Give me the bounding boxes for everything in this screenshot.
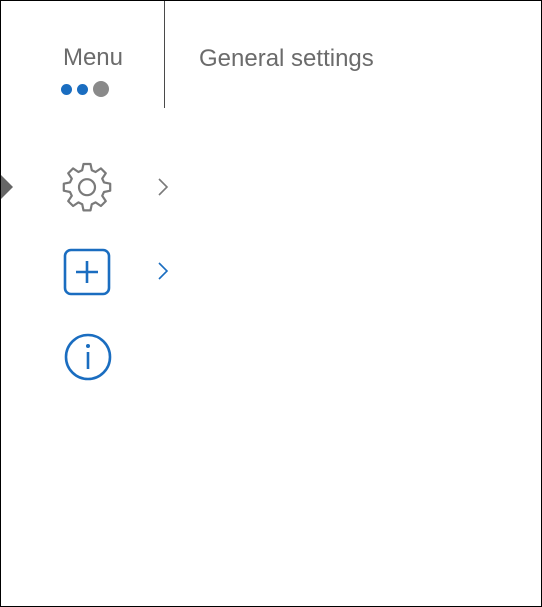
page-dot-3 — [93, 81, 109, 97]
gear-icon — [62, 162, 112, 212]
selection-pointer-icon — [1, 175, 13, 199]
header-divider — [164, 1, 165, 108]
page-dot-2 — [77, 84, 88, 95]
page-dot-1 — [61, 84, 72, 95]
device-screen: Menu General settings — [0, 0, 542, 607]
menu-item-info[interactable] — [1, 325, 201, 389]
info-icon — [64, 333, 112, 381]
menu-label: Menu — [62, 44, 124, 71]
chevron-right-icon — [158, 262, 169, 280]
page-indicator — [61, 81, 109, 97]
plus-box-icon — [63, 248, 111, 296]
menu-item-general-settings[interactable] — [1, 155, 201, 219]
chevron-right-icon — [158, 178, 169, 196]
menu-item-add[interactable] — [1, 239, 201, 303]
page-title: General settings — [199, 45, 374, 72]
